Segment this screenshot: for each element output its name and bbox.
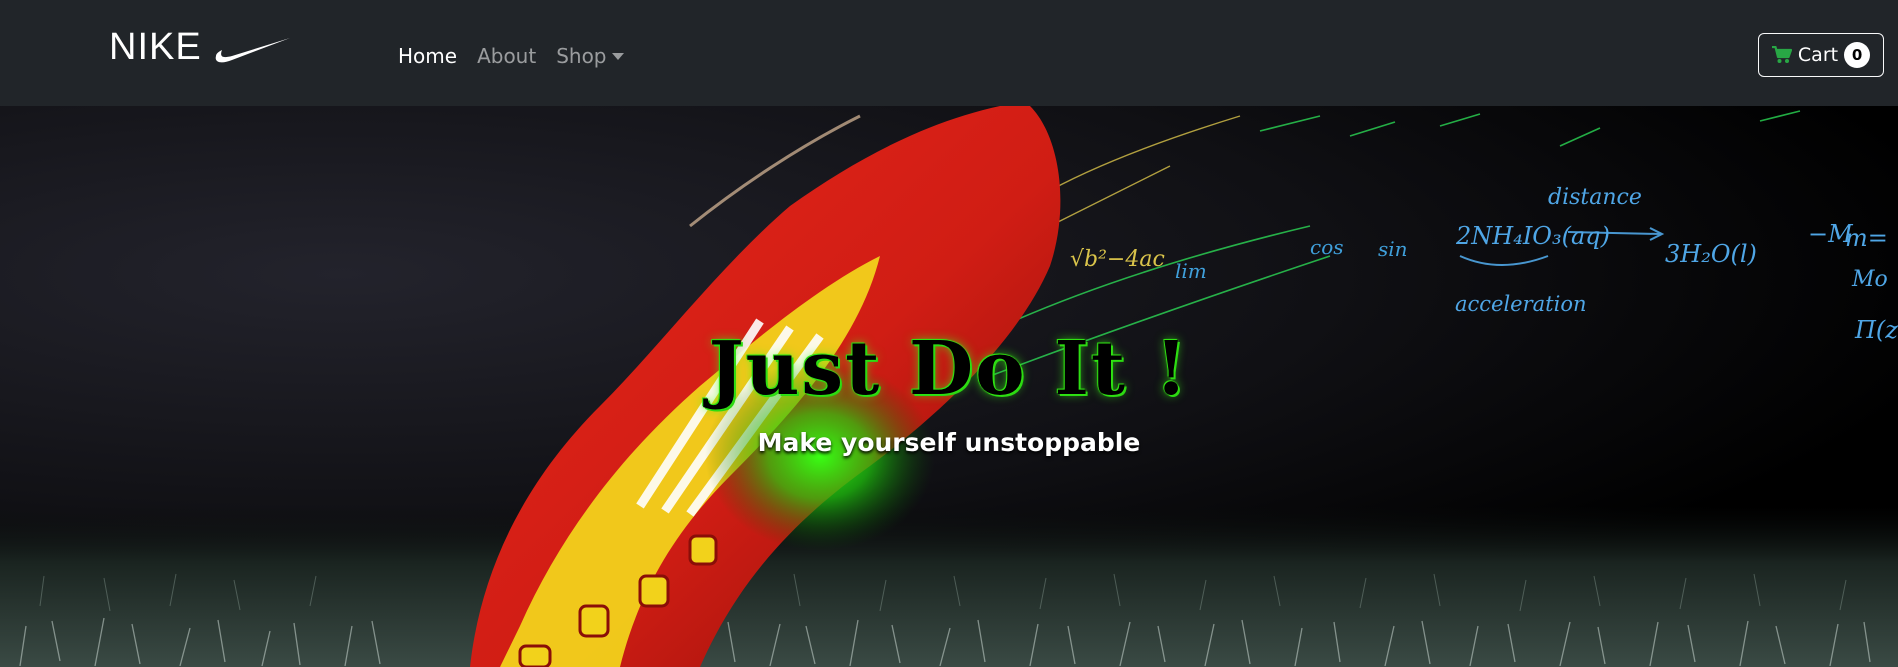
formula-text: sin <box>1378 237 1408 261</box>
formula-text: 2NH₄IO₃(aq) <box>1455 222 1610 250</box>
cart-label: Cart <box>1797 44 1839 66</box>
swoosh-icon <box>215 37 290 62</box>
navbar: NIKE Home About Shop Cart 0 <box>0 0 1898 106</box>
formula-overlay: distance acceleration 2NH₄IO₃(aq) 3H₂O(l… <box>1070 185 1898 344</box>
cart-button[interactable]: Cart 0 <box>1758 33 1884 77</box>
brand-logo-link[interactable]: NIKE <box>109 26 292 69</box>
formula-text: lim <box>1175 259 1207 283</box>
formula-text: Mo <box>1851 267 1888 292</box>
nav-about-link[interactable]: About <box>477 44 536 68</box>
hero-subtitle: Make yourself unstoppable <box>757 428 1141 457</box>
formula-text: m= <box>1845 224 1888 252</box>
nav-shop-dropdown[interactable]: Shop <box>556 44 624 68</box>
formula-text: distance <box>1548 185 1642 210</box>
caret-down-icon <box>611 53 624 60</box>
cart-count-badge: 0 <box>1844 42 1871 68</box>
nav-links: Home About Shop <box>398 44 624 68</box>
formula-text: 3H₂O(l) <box>1665 240 1757 268</box>
hero-banner: distance acceleration 2NH₄IO₃(aq) 3H₂O(l… <box>0 106 1898 667</box>
brand-name: NIKE <box>109 26 202 68</box>
hero-title: Just Do It ! <box>708 326 1190 412</box>
formula-text: √b²−4ac <box>1070 247 1165 272</box>
nav-shop-label: Shop <box>556 44 607 68</box>
nav-home-link[interactable]: Home <box>398 44 457 68</box>
formula-streaks-yellow <box>1039 115 1241 227</box>
formula-text: acceleration <box>1455 292 1587 316</box>
formula-text: cos <box>1310 235 1344 259</box>
shopping-cart-icon <box>1771 46 1792 63</box>
